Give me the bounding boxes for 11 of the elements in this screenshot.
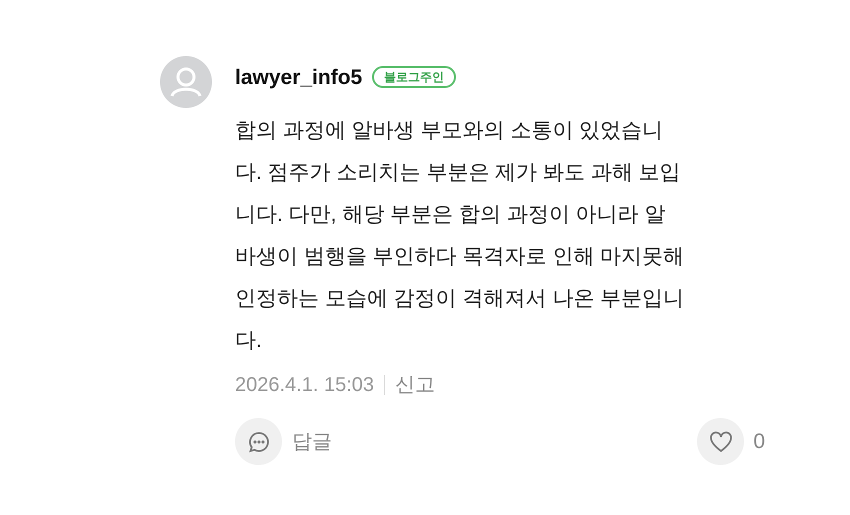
owner-badge: 블로그주인 (372, 66, 456, 88)
speech-bubble-icon (246, 430, 270, 454)
like-button[interactable] (697, 418, 744, 465)
username[interactable]: lawyer_info5 (235, 66, 362, 88)
heart-icon (708, 430, 733, 452)
report-link[interactable]: 신고 (395, 370, 436, 400)
comment-date: 2026.4.1. 15:03 (235, 373, 374, 398)
avatar-icon (160, 56, 212, 108)
like-count: 0 (753, 428, 765, 455)
comment-text: 합의 과정에 알바생 부모와의 소통이 있었습니 다. 점주가 소리치는 부분은 제가 봐도 과해 보입 니다. 다만, 해당 부분은 합의 과정이 아니라 알 바생이 범행을 부인하다 목격자로 인해 마지못해 인정하는 모습에 감정이 격해져서 나온 부분입니 다. (235, 118, 686, 354)
reply-button[interactable]: 답글 (235, 418, 332, 465)
